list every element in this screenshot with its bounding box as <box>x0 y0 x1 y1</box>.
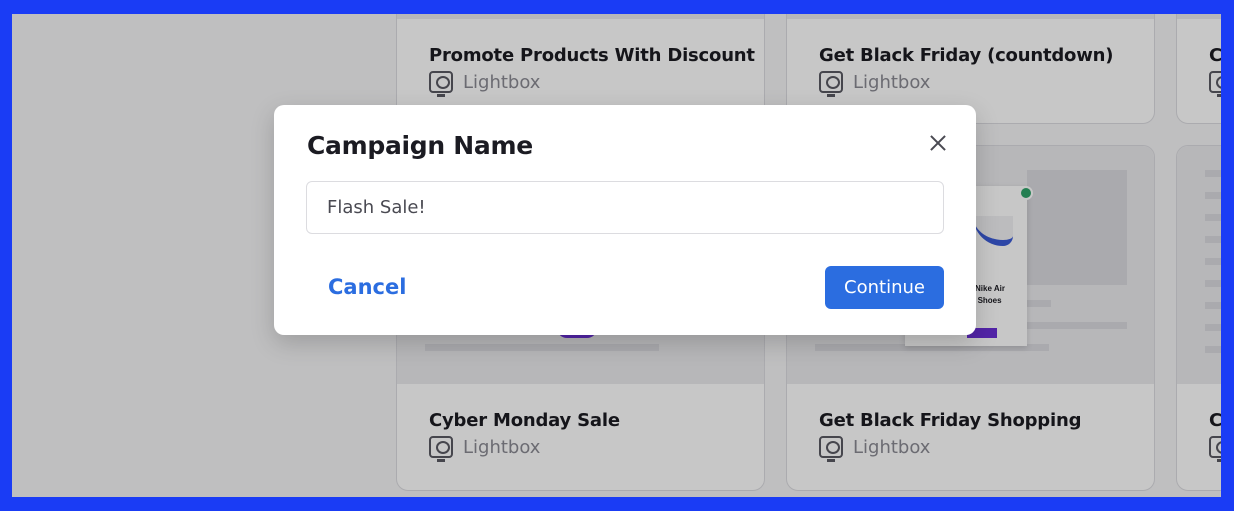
cancel-button[interactable]: Cancel <box>328 275 406 299</box>
campaign-name-dialog: Campaign Name Cancel Continue <box>274 105 976 335</box>
continue-button[interactable]: Continue <box>825 266 944 309</box>
close-icon[interactable] <box>924 129 952 157</box>
dialog-title: Campaign Name <box>307 131 533 160</box>
campaign-name-input[interactable] <box>306 181 944 234</box>
